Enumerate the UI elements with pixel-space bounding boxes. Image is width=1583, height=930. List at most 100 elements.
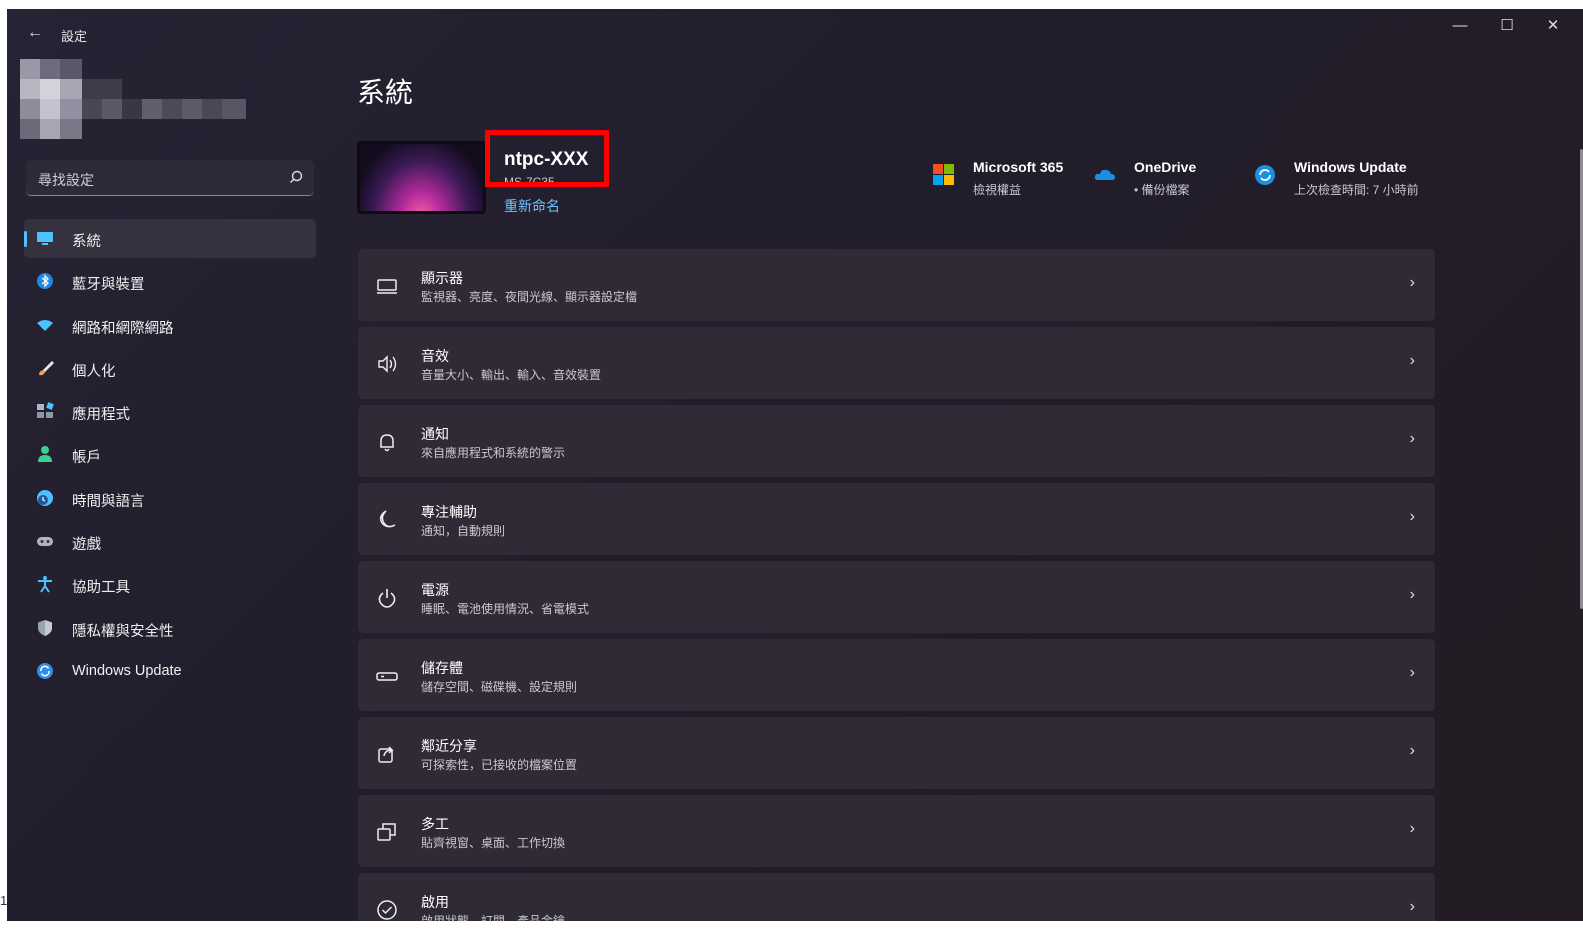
settings-card-power[interactable]: 電源睡眠、電池使用情況、省電模式 › [358, 561, 1435, 633]
quick-link-title: Microsoft 365 [973, 159, 1064, 175]
sidebar-windows-update[interactable]: Windows Update [24, 652, 316, 691]
sidebar-item-label: 應用程式 [72, 407, 130, 424]
accessibility-icon [38, 576, 52, 593]
app-title: 設定 [61, 29, 88, 44]
globe-clock-icon [37, 489, 53, 506]
settings-card-share[interactable]: 鄰近分享可探索性，已接收的檔案位置 › [358, 717, 1435, 789]
speaker-icon [378, 355, 397, 373]
wifi-icon [37, 319, 53, 331]
minimize-button[interactable]: — [1438, 15, 1482, 39]
card-title: 儲存體 [421, 660, 463, 676]
quick-link-subtitle: • 備份檔案 [1134, 183, 1190, 197]
sidebar-item-label: 系統 [72, 234, 101, 250]
display-icon [377, 279, 397, 294]
redacted-profile[interactable] [20, 59, 250, 143]
chevron-right-icon: › [1409, 508, 1415, 525]
settings-card-check-circle[interactable]: 啟用啟用狀態、訂閱、產品金鑰 › [358, 873, 1435, 921]
sidebar-item-4[interactable]: 應用程式 [24, 392, 316, 431]
sidebar-item-8[interactable]: 協助工具 [24, 565, 316, 604]
sidebar-item-3[interactable]: 個人化 [24, 349, 316, 388]
sidebar-item-label: 個人化 [72, 363, 116, 380]
quick-link-subtitle: 上次檢查時間: 7 小時前 [1294, 183, 1419, 197]
title-bar: ← 設定 — ☐ ✕ [7, 9, 1583, 59]
quick-link-title: OneDrive [1134, 159, 1197, 175]
card-title: 多工 [421, 816, 449, 832]
sidebar-item-6[interactable]: 時間與語言 [24, 479, 316, 518]
sidebar-nav: 系統藍牙與裝置網路和網際網路個人化應用程式帳戶時間與語言遊戲協助工具隱私權與安全… [24, 219, 316, 695]
sidebar-item-label: 協助工具 [72, 580, 130, 597]
sidebar-item-label: 隱私權與安全性 [72, 623, 174, 640]
check-circle-icon [377, 900, 397, 920]
card-subtitle: 啟用狀態、訂閱、產品金鑰 [421, 914, 566, 921]
moon-icon [379, 510, 396, 528]
card-title: 啟用 [421, 894, 449, 910]
sidebar-item-label: 藍牙與裝置 [72, 277, 145, 294]
apps-icon [37, 402, 54, 419]
sidebar-item-label: 時間與語言 [72, 493, 145, 510]
settings-card-storage[interactable]: 儲存體儲存空間、磁碟機、設定規則 › [358, 639, 1435, 711]
monitor-icon [37, 232, 53, 245]
edge-text: 1 [0, 893, 8, 908]
chevron-right-icon: › [1409, 274, 1415, 291]
sidebar-item-1[interactable]: 藍牙與裝置 [24, 262, 316, 301]
brush-icon [39, 360, 54, 376]
settings-card-multitask[interactable]: 多工貼齊視窗、桌面、工作切換 › [358, 795, 1435, 867]
card-subtitle: 可探索性，已接收的檔案位置 [421, 758, 578, 772]
update-icon [37, 662, 53, 679]
card-title: 音效 [421, 348, 449, 364]
search-icon[interactable] [288, 169, 304, 185]
card-title: 鄰近分享 [421, 738, 477, 754]
selection-indicator [24, 231, 27, 247]
card-title: 顯示器 [421, 270, 463, 286]
settings-card-moon[interactable]: 專注輔助通知，自動規則 › [358, 483, 1435, 555]
settings-window: ← 設定 — ☐ ✕ 尋找設定 系統 藍牙與裝置 網路和網際網路 個人化 應用程… [7, 9, 1583, 921]
quick-link-title: Windows Update [1294, 159, 1407, 175]
cloud-icon [1094, 169, 1115, 180]
card-subtitle: 儲存空間、磁碟機、設定規則 [421, 680, 578, 694]
settings-card-display[interactable]: 顯示器監視器、亮度、夜間光線、顯示器設定檔 › [358, 249, 1435, 321]
search-input[interactable]: 尋找設定 [38, 170, 94, 190]
settings-card-list: 顯示器監視器、亮度、夜間光線、顯示器設定檔 › 音效音量大小、輸出、輸入、音效裝置 ›… [358, 249, 1435, 921]
chevron-right-icon: › [1409, 820, 1415, 837]
storage-icon [376, 672, 398, 681]
sidebar-item-0[interactable]: 系統 [24, 219, 316, 258]
sidebar-item-9[interactable]: 隱私權與安全性 [24, 609, 316, 648]
sidebar-item-label: Windows Update [72, 662, 182, 679]
bell-icon [380, 434, 394, 452]
close-button[interactable]: ✕ [1531, 15, 1575, 39]
search-box[interactable]: 尋找設定 [26, 160, 314, 196]
chevron-right-icon: › [1409, 898, 1415, 915]
bluetooth-icon [37, 273, 53, 290]
maximize-button[interactable]: ☐ [1485, 15, 1529, 39]
chevron-right-icon: › [1409, 742, 1415, 759]
page-title: 系統 [357, 77, 414, 108]
chevron-right-icon: › [1409, 586, 1415, 603]
card-subtitle: 監視器、亮度、夜間光線、顯示器設定檔 [421, 290, 638, 304]
settings-card-bell[interactable]: 通知來自應用程式和系統的警示 › [358, 405, 1435, 477]
settings-card-speaker[interactable]: 音效音量大小、輸出、輸入、音效裝置 › [358, 327, 1435, 399]
card-subtitle: 通知，自動規則 [421, 524, 506, 538]
rename-link[interactable]: 重新命名 [504, 196, 560, 216]
card-subtitle: 睡眠、電池使用情況、省電模式 [421, 602, 590, 616]
chevron-right-icon: › [1409, 664, 1415, 681]
back-arrow-icon[interactable]: ← [25, 23, 45, 43]
card-title: 通知 [421, 426, 449, 442]
card-title: 電源 [421, 582, 449, 598]
card-subtitle: 來自應用程式和系統的警示 [421, 446, 566, 460]
sidebar-item-label: 遊戲 [72, 537, 101, 554]
person-icon [38, 446, 52, 463]
sidebar-item-2[interactable]: 網路和網際網路 [24, 306, 316, 345]
share-icon [378, 746, 394, 763]
sidebar-item-7[interactable]: 遊戲 [24, 522, 316, 561]
card-title: 專注輔助 [421, 504, 477, 520]
red-highlight-annotation [485, 130, 609, 187]
chevron-right-icon: › [1409, 430, 1415, 447]
chevron-right-icon: › [1409, 352, 1415, 369]
card-subtitle: 貼齊視窗、桌面、工作切換 [421, 836, 566, 850]
power-icon [378, 589, 396, 608]
device-wallpaper-thumbnail [357, 141, 486, 214]
card-subtitle: 音量大小、輸出、輸入、音效裝置 [421, 368, 602, 382]
shield-icon [38, 619, 52, 636]
sidebar-item-label: 帳戶 [72, 450, 101, 467]
sidebar-item-5[interactable]: 帳戶 [24, 435, 316, 474]
